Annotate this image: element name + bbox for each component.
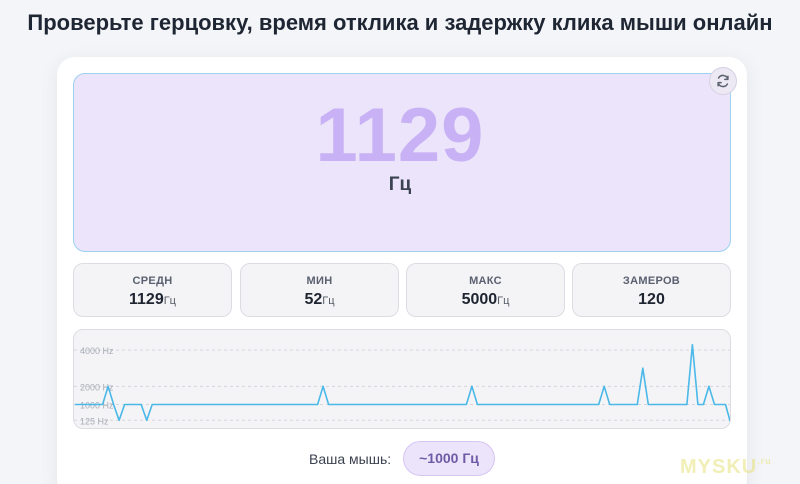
chart-tick-label: 125 Hz xyxy=(80,416,109,426)
your-mouse-label: Ваша мышь: xyxy=(309,451,392,467)
stat-avg: СРЕДН 1129Гц xyxy=(73,263,232,317)
stat-samples-label: ЗАМЕРОВ xyxy=(622,275,681,287)
chart-series-line xyxy=(75,343,730,424)
stat-max-value: 5000Гц xyxy=(461,291,510,308)
chart-tick-label: 1000 Hz xyxy=(80,400,114,410)
stat-min: МИН 52Гц xyxy=(240,263,399,317)
polling-rate-value: 1129 xyxy=(315,93,485,178)
watermark: MYSKU.ru xyxy=(680,456,772,478)
stat-avg-value: 1129Гц xyxy=(129,291,176,308)
stat-min-value: 52Гц xyxy=(304,291,335,308)
refresh-icon xyxy=(717,74,729,88)
your-mouse-badge: ~1000 Гц xyxy=(403,441,495,476)
polling-rate-chart: 4000 Hz 2000 Hz 1000 Hz 125 Hz xyxy=(73,329,731,429)
page-title: Проверьте герцовку, время отклика и заде… xyxy=(27,10,773,35)
stat-avg-label: СРЕДН xyxy=(132,275,173,287)
reset-button[interactable] xyxy=(709,67,737,95)
chart-tick-label: 4000 Hz xyxy=(80,346,114,356)
polling-rate-chart-svg: 4000 Hz2000 Hz1000 Hz125 Hz xyxy=(74,343,730,426)
stat-max: МАКС 5000Гц xyxy=(406,263,565,317)
stat-min-label: МИН xyxy=(306,275,333,287)
stat-samples-value: 120 xyxy=(638,291,665,308)
stat-max-label: МАКС xyxy=(469,275,502,287)
stat-samples: ЗАМЕРОВ 120 xyxy=(572,263,731,317)
polling-rate-unit: Гц xyxy=(388,174,412,195)
